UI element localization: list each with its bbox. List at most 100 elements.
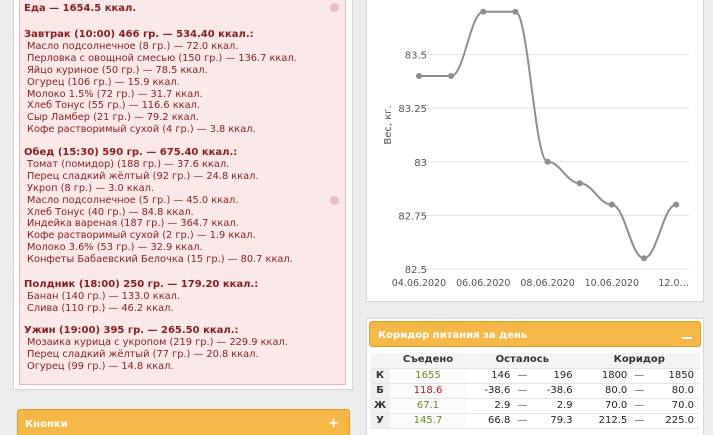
comment-icon[interactable] xyxy=(330,196,339,205)
y-tick-label: 83 xyxy=(414,158,427,169)
row-label: Б xyxy=(370,383,390,399)
table-row: К 1655 146 — 196 1800 — 1850 xyxy=(370,368,700,384)
weight-point[interactable] xyxy=(512,8,519,15)
meal-dinner: Ужин (19:00) 395 гр. — 265.50 ккал.: Моз… xyxy=(24,325,342,373)
range-dash: — xyxy=(633,398,646,414)
meal-item: Молоко 3.6% (53 гр.) — 32.9 ккал. xyxy=(27,242,203,254)
buttons-panel-header[interactable]: Кнопки + xyxy=(17,409,350,435)
weight-point[interactable] xyxy=(448,73,455,80)
meal-head: Ужин (19:00) 395 гр. — 265.50 ккал.: xyxy=(24,325,239,336)
row-label: К xyxy=(370,368,390,384)
meal-head: Обед (15:30) 590 гр. — 675.40 ккал.: xyxy=(24,147,238,158)
weight-point[interactable] xyxy=(480,8,487,15)
left-max: 79.3 xyxy=(528,413,579,429)
range-dash: — xyxy=(633,413,646,429)
header-left: Осталось xyxy=(466,353,579,369)
meal-item: Укроп (8 гр.) — 3.0 ккал. xyxy=(27,182,155,194)
range-dash: — xyxy=(516,383,529,399)
eaten-value: 118.6 xyxy=(390,383,466,399)
meal-item: Сыр Ламбер (21 гр.) — 79.2 ккал. xyxy=(27,112,199,124)
left-min: 2.9 xyxy=(466,398,517,414)
left-max: 2.9 xyxy=(528,398,579,414)
meal-item: Перец сладкий жёлтый (92 гр.) — 24.8 кка… xyxy=(27,170,259,182)
y-tick-label: 83.5 xyxy=(405,51,427,62)
weight-point[interactable] xyxy=(641,255,647,262)
header-corridor: Коридор xyxy=(578,353,700,369)
meal-item: Кофе растворимый сухой (4 гр.) — 3.8 кка… xyxy=(27,124,256,136)
range-dash: — xyxy=(633,368,646,384)
comment-icon[interactable] xyxy=(330,3,339,12)
weight-point[interactable] xyxy=(416,73,422,80)
corridor-table: Съедено Осталось Коридор К 1655 146 — 19… xyxy=(370,353,700,429)
x-tick-label: 06.06.2020 xyxy=(456,278,510,289)
y-axis-label: Вес, кг. xyxy=(383,105,394,144)
meal-item: Молоко 1.5% (72 гр.) — 31.7 ккал. xyxy=(27,88,203,100)
corridor-max: 70.0 xyxy=(645,398,700,414)
meal-item: Томат (помидор) (188 гр.) — 37.6 ккал. xyxy=(27,159,230,170)
table-row: Б 118.6 -38.6 — -38.6 80.0 — 80.0 xyxy=(370,383,700,399)
chart-grid xyxy=(419,54,689,270)
meal-lunch: Обед (15:30) 590 гр. — 675.40 ккал.: Том… xyxy=(24,147,342,266)
food-log: Еда — 1654.5 ккал. Завтрак (10:00) 466 г… xyxy=(19,0,346,385)
meal-item: Яйцо куриное (50 гр.) — 78.5 ккал. xyxy=(27,64,208,76)
meal-item: Индейка вареная (187 гр.) — 364.7 ккал. xyxy=(27,218,239,230)
corridor-max: 225.0 xyxy=(645,413,700,429)
table-row: У 145.7 66.8 — 79.3 212.5 — 225.0 xyxy=(370,413,700,429)
weight-chart-panel: 82.5 82.75 83 83.25 83.5 04.06.2020 06.06.202… xyxy=(366,0,704,302)
range-dash: — xyxy=(633,383,646,399)
table-header-corner xyxy=(370,353,390,369)
meal-item: Банан (140 гр.) — 133.0 ккал. xyxy=(27,291,180,302)
eaten-value: 1655 xyxy=(390,368,466,384)
left-min: 146 xyxy=(466,368,517,384)
y-tick-labels: 82.5 82.75 83 83.25 83.5 xyxy=(398,51,427,276)
meal-item: Конфеты Бабаевский Белочка (15 гр.) — 80… xyxy=(27,254,293,266)
meal-item: Огурец (106 гр.) — 15.9 ккал. xyxy=(27,76,180,88)
expand-plus-icon[interactable]: + xyxy=(328,417,339,430)
weight-points xyxy=(416,8,680,262)
x-tick-label: 12.0… xyxy=(658,278,689,289)
corridor-max: 1850 xyxy=(645,368,700,384)
y-tick-label: 82.75 xyxy=(398,211,427,222)
meal-item: Перловка с овощной смесью (150 гр.) — 13… xyxy=(27,52,297,64)
meal-item: Масло подсолнечное (8 гр.) — 72.0 ккал. xyxy=(27,41,239,52)
corridor-min: 1800 xyxy=(578,368,634,384)
corridor-min: 80.0 xyxy=(578,383,634,399)
meal-item: Хлеб Тонус (40 гр.) — 84.8 ккал. xyxy=(27,206,194,218)
collapse-minus-icon[interactable] xyxy=(682,337,692,339)
x-tick-labels: 04.06.2020 06.06.2020 08.06.2020 10.06.2020… xyxy=(392,278,689,289)
x-tick-label: 08.06.2020 xyxy=(520,278,574,289)
weight-point[interactable] xyxy=(673,201,680,208)
weight-point[interactable] xyxy=(576,180,583,187)
meal-item: Масло подсолнечное (5 гр.) — 45.0 ккал. xyxy=(27,194,239,206)
food-total: Еда — 1654.5 ккал. xyxy=(24,3,137,14)
meal-item: Огурец (99 гр.) — 14.8 ккал. xyxy=(27,360,174,372)
eaten-value: 145.7 xyxy=(390,413,466,429)
corridor-min: 212.5 xyxy=(578,413,634,429)
corridor-max: 80.0 xyxy=(645,383,700,399)
eaten-value: 67.1 xyxy=(390,398,466,414)
weight-chart: 82.5 82.75 83 83.25 83.5 04.06.2020 06.06.202… xyxy=(383,8,689,289)
weight-series-line xyxy=(419,10,677,260)
meal-item: Кофе растворимый сухой (2 гр.) — 1.9 кка… xyxy=(27,230,256,242)
range-dash: — xyxy=(516,368,529,384)
corridor-min: 70.0 xyxy=(578,398,634,414)
buttons-panel-title: Кнопки xyxy=(25,419,68,430)
row-label: У xyxy=(370,413,390,429)
corridor-title: Коридор питания за день xyxy=(378,330,528,341)
meal-snack: Полдник (18:00) 250 гр. — 179.20 ккал.: … xyxy=(24,279,342,315)
table-header-row: Съедено Осталось Коридор xyxy=(370,353,700,369)
weight-point[interactable] xyxy=(608,201,615,208)
row-label: Ж xyxy=(370,398,390,414)
range-dash: — xyxy=(516,398,529,414)
range-dash: — xyxy=(516,413,529,429)
corridor-header[interactable]: Коридор питания за день xyxy=(369,321,701,347)
header-eaten: Съедено xyxy=(390,353,466,369)
y-tick-label: 82.5 xyxy=(405,265,427,276)
meal-item: Хлеб Тонус (55 гр.) — 116.6 ккал. xyxy=(27,100,200,112)
table-row: Ж 67.1 2.9 — 2.9 70.0 — 70.0 xyxy=(370,398,700,414)
meal-item: Мозаика курица с укропом (219 гр.) — 229… xyxy=(27,337,288,348)
meal-item: Перец сладкий жёлтый (77 гр.) — 20.8 кка… xyxy=(27,348,259,360)
weight-point[interactable] xyxy=(544,158,551,165)
left-max: 196 xyxy=(528,368,579,384)
meal-head: Завтрак (10:00) 466 гр. — 534.40 ккал.: xyxy=(24,29,254,40)
